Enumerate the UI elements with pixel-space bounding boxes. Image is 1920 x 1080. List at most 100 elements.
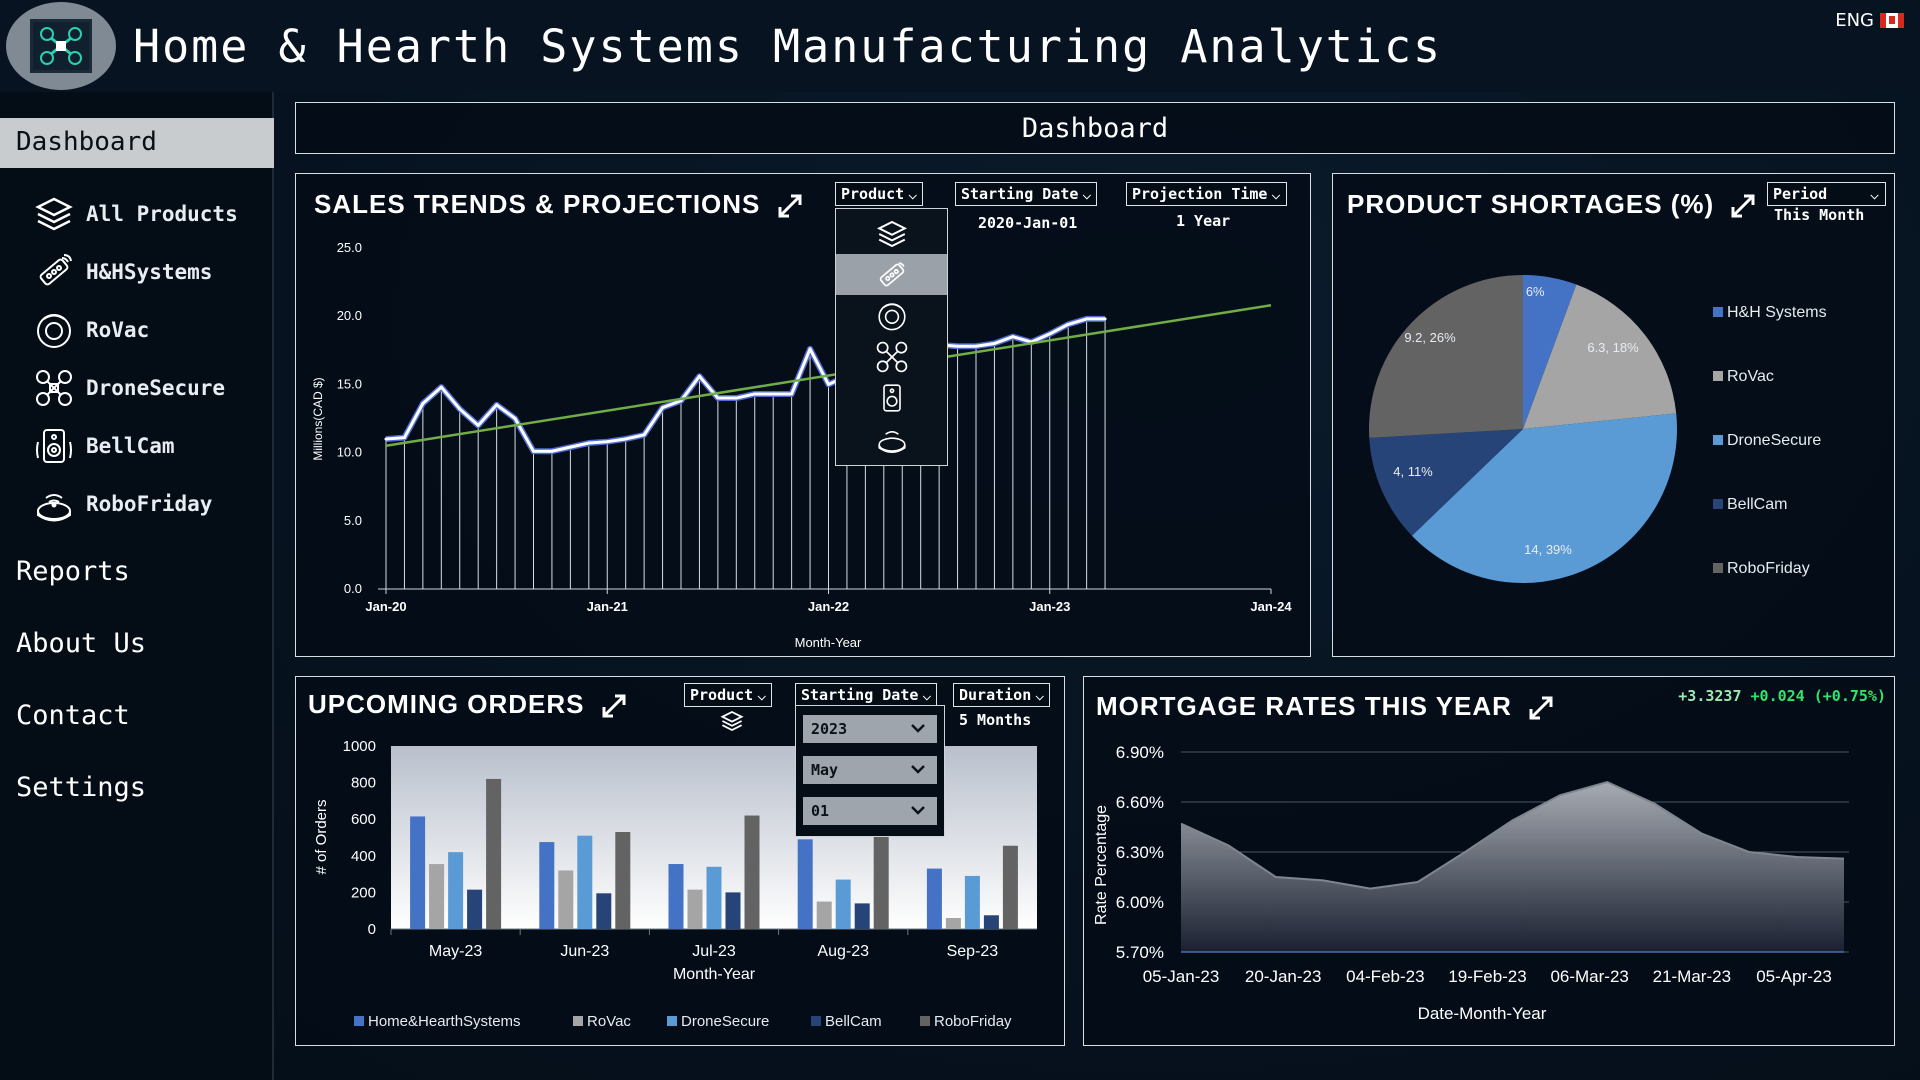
bar — [668, 864, 684, 929]
bar — [486, 778, 502, 929]
sidebar-item-label: All Products — [86, 202, 238, 226]
year-select-value: 2023 — [811, 720, 848, 738]
orders-duration-dropdown[interactable]: Duration ⌵ — [953, 683, 1051, 707]
bar — [926, 868, 942, 929]
y-tick-label: 0 — [368, 921, 376, 938]
sales-point — [550, 449, 554, 453]
sidebar-item-dashboard[interactable]: Dashboard — [0, 118, 274, 168]
legend-swatch — [1713, 435, 1723, 445]
bar — [873, 833, 889, 929]
sales-line-shadow — [385, 315, 1106, 455]
chevron-down-icon: ⌵ — [1271, 185, 1281, 203]
pie-data-label: 4, 11% — [1393, 464, 1433, 479]
x-tick-label: 19-Feb-23 — [1448, 967, 1526, 986]
year-select[interactable]: 2023 — [803, 715, 937, 743]
orders-chart: 0 200 400 600 800 1000 # of Orders May-23 Jun-23… — [313, 738, 1037, 1030]
month-select[interactable]: May — [803, 756, 937, 784]
app-logo[interactable] — [6, 2, 116, 90]
menu-item-robofriday[interactable] — [836, 418, 947, 459]
sales-line — [385, 317, 1106, 453]
menu-item-dronesecure[interactable] — [836, 336, 947, 377]
sales-point — [1103, 317, 1107, 321]
sidebar-item-hh-systems[interactable]: H&HSystems — [32, 248, 212, 296]
chevron-down-icon: ⌵ — [922, 686, 932, 704]
bar — [410, 816, 426, 929]
x-tick-label: 04-Feb-23 — [1346, 967, 1424, 986]
sales-chart: 0.0 5.0 10.0 15.0 20.0 25.0 Jan-20 Jan-21 Jan-22… — [311, 240, 1292, 650]
menu-item-all-products[interactable] — [836, 213, 947, 254]
sidebar-item-robofriday[interactable]: RoboFriday — [32, 480, 212, 528]
sales-point — [568, 445, 572, 449]
mortgage-chart: 5.70% 6.00% 6.30% 6.60% 6.90% Rate Percentage… — [1093, 743, 1849, 1023]
sales-point — [402, 436, 406, 440]
day-select[interactable]: 01 — [803, 797, 937, 825]
canada-flag-icon — [1880, 13, 1904, 28]
bar — [539, 842, 555, 929]
sidebar-item-label: BellCam — [86, 434, 175, 458]
sidebar-item-label: RoboFriday — [86, 492, 213, 516]
legend-label: RoboFriday — [1727, 560, 1810, 577]
sales-product-dropdown[interactable]: Product ⌵ — [835, 182, 924, 206]
sidebar-item-rovac[interactable]: RoVac — [32, 306, 149, 354]
app-header: Home & Hearth Systems Manufacturing Anal… — [0, 0, 1920, 92]
bar — [725, 892, 741, 929]
sales-point — [661, 406, 665, 410]
sales-point — [790, 392, 794, 396]
doorbell-camera-icon — [32, 424, 76, 468]
drone-logo-icon — [30, 19, 92, 73]
y-tick-label: 800 — [351, 775, 376, 792]
mortgage-panel: MORTGAGE RATES THIS YEAR +3.3237 +0.024 … — [1083, 676, 1895, 1046]
layers-icon — [32, 192, 76, 236]
sales-point — [716, 396, 720, 400]
remote-control-icon — [32, 250, 76, 294]
nav-settings[interactable]: Settings — [16, 772, 146, 803]
nav-about-us[interactable]: About Us — [16, 628, 146, 659]
bar — [615, 832, 631, 929]
y-axis-title: Rate Percentage — [1093, 805, 1110, 925]
pie-slice — [1369, 275, 1523, 438]
robot-icon — [877, 430, 906, 453]
y-tick-label: 25.0 — [337, 240, 362, 255]
menu-item-hh-systems[interactable] — [836, 254, 947, 295]
menu-item-rovac[interactable] — [836, 295, 947, 336]
drone-icon — [876, 341, 907, 372]
legend-swatch — [1713, 563, 1723, 573]
sales-point — [1085, 317, 1089, 321]
sales-point — [1048, 332, 1052, 336]
nav-contact[interactable]: Contact — [16, 700, 130, 731]
orders-starting-date-dropdown[interactable]: Starting Date ⌵ — [795, 683, 938, 707]
bar — [467, 889, 483, 929]
menu-item-bellcam[interactable] — [836, 377, 947, 418]
bar — [964, 875, 980, 929]
y-tick-label: 5.0 — [344, 513, 362, 528]
orders-duration-value: 5 Months — [959, 711, 1032, 729]
layers-icon — [876, 220, 907, 247]
sales-point — [753, 392, 757, 396]
sidebar: Dashboard All Products H&HSystems RoVac — [0, 92, 274, 1080]
sales-starting-date-dropdown[interactable]: Starting Date ⌵ — [955, 182, 1098, 206]
sales-projection-time-dropdown[interactable]: Projection Time ⌵ — [1126, 182, 1287, 206]
sidebar-item-all-products[interactable]: All Products — [32, 190, 238, 238]
y-tick-label: 1000 — [343, 738, 376, 755]
sidebar-item-label: DroneSecure — [86, 376, 226, 400]
y-tick-label: 6.30% — [1116, 843, 1164, 862]
legend-label: RoboFriday — [934, 1013, 1012, 1030]
y-axis-title: Millions(CAD $) — [311, 377, 325, 460]
sales-point — [697, 374, 701, 378]
legend-swatch — [354, 1016, 364, 1026]
sidebar-item-bellcam[interactable]: BellCam — [32, 422, 175, 470]
sales-point — [1066, 322, 1070, 326]
x-tick-label: 05-Apr-23 — [1756, 967, 1832, 986]
language-selector[interactable]: ENG — [1835, 10, 1904, 31]
sidebar-item-dronesecure[interactable]: DroneSecure — [32, 364, 225, 412]
orders-product-dropdown[interactable]: Product ⌵ — [684, 683, 773, 707]
x-axis-title: Month-Year — [795, 635, 862, 650]
y-tick-label: 6.60% — [1116, 793, 1164, 812]
nav-reports[interactable]: Reports — [16, 556, 130, 587]
legend-label: BellCam — [825, 1013, 882, 1030]
bar — [596, 893, 612, 929]
bar — [1002, 845, 1018, 929]
layers-icon — [720, 710, 744, 732]
chevron-down-icon — [911, 806, 925, 815]
sales-point — [495, 403, 499, 407]
